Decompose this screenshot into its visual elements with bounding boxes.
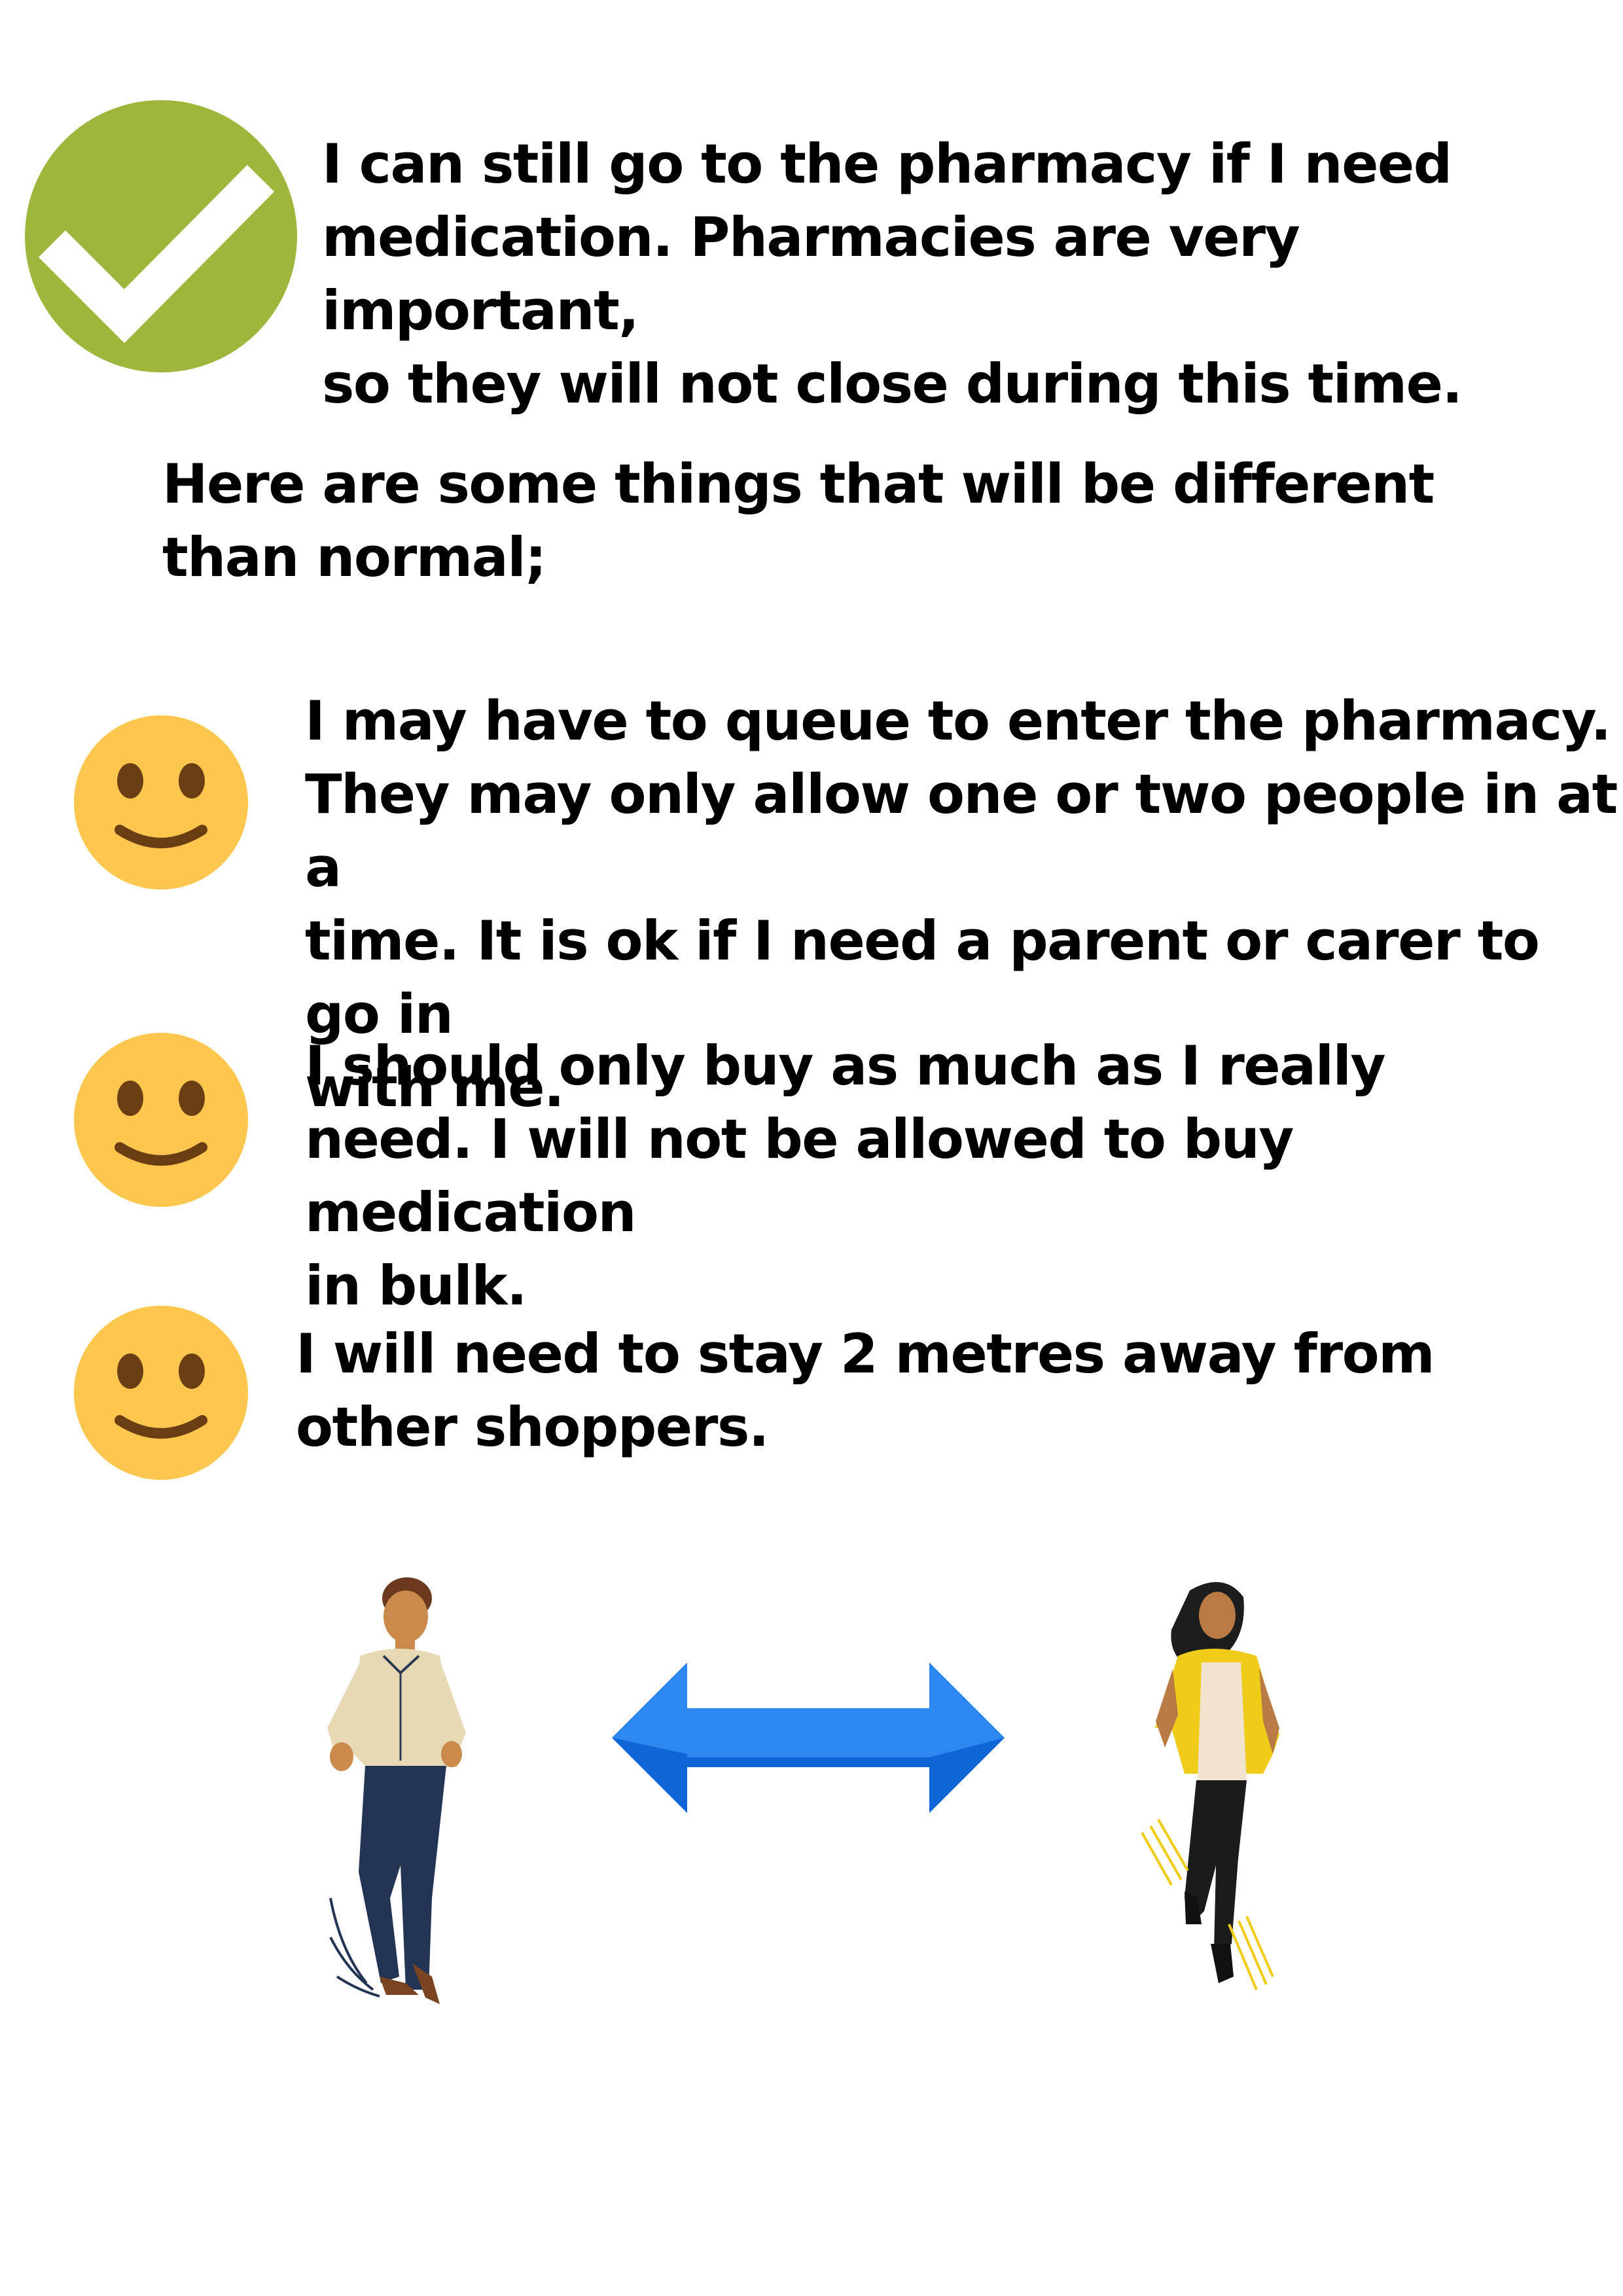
distancing-illustration bbox=[327, 1577, 1279, 2004]
smiley-face-icon bbox=[74, 715, 248, 889]
woman-walking-icon bbox=[1141, 1582, 1279, 1990]
intro-text: I can still go to the pharmacy if I need… bbox=[322, 132, 1463, 416]
item-text-distance: I will need to stay 2 metres away from o… bbox=[296, 1322, 1435, 1459]
double-headed-arrow-icon bbox=[612, 1662, 1005, 1813]
section-heading: Here are some things that will be differ… bbox=[162, 452, 1435, 589]
man-standing-icon bbox=[327, 1577, 466, 2004]
checkmark-circle-icon bbox=[25, 100, 297, 372]
item-text-buy: I should only buy as much as I really ne… bbox=[305, 1034, 1386, 1318]
smiley-face-icon bbox=[74, 1306, 248, 1480]
smiley-face-icon bbox=[74, 1033, 248, 1207]
